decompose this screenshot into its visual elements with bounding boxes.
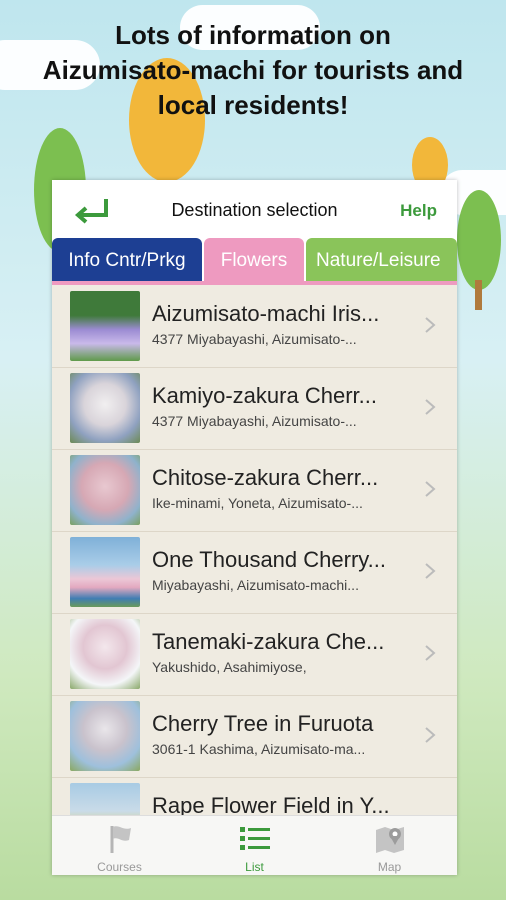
app-screen: Destination selection Help Info Cntr/Prk… [52, 180, 457, 875]
list-item[interactable]: Chitose-zakura Cherr... Ike-minami, Yone… [52, 449, 457, 532]
list-item[interactable]: Cherry Tree in Furuota 3061-1 Kashima, A… [52, 695, 457, 778]
item-title: Chitose-zakura Cherr... [152, 465, 379, 490]
chevron-right-icon [425, 563, 436, 579]
headline-line: local residents! [157, 90, 349, 120]
item-address: Miyabayashi, Aizumisato-machi... [152, 577, 359, 593]
bottom-tab-bar: Courses List Map [52, 815, 457, 875]
item-title: Aizumisato-machi Iris... [152, 301, 380, 326]
item-title: Cherry Tree in Furuota [152, 711, 374, 736]
chevron-right-icon [425, 645, 436, 661]
list-item[interactable]: Rape Flower Field in Y... [52, 777, 457, 815]
chevron-right-icon [425, 481, 436, 497]
tab-label: List [245, 860, 264, 874]
photo-thumbnail [70, 373, 140, 443]
headline-line: Lots of information on [115, 20, 391, 50]
list-item[interactable]: Tanemaki-zakura Che... Yakushido, Asahim… [52, 613, 457, 696]
item-title: One Thousand Cherry... [152, 547, 386, 572]
list-item[interactable]: One Thousand Cherry... Miyabayashi, Aizu… [52, 531, 457, 614]
tab-info-center[interactable]: Info Cntr/Prkg [52, 238, 202, 283]
item-address: Ike-minami, Yoneta, Aizumisato-... [152, 495, 363, 511]
item-address: 4377 Miyabayashi, Aizumisato-... [152, 331, 357, 347]
item-title: Kamiyo-zakura Cherr... [152, 383, 377, 408]
list-icon [239, 827, 270, 850]
item-address: 4377 Miyabayashi, Aizumisato-... [152, 413, 357, 429]
photo-thumbnail [70, 455, 140, 525]
category-tabs: Info Cntr/Prkg Flowers Nature/Leisure [52, 238, 457, 283]
photo-thumbnail [70, 783, 140, 815]
tab-label: Map [377, 860, 402, 874]
tab-courses[interactable]: Courses [52, 816, 187, 875]
destination-list[interactable]: Aizumisato-machi Iris... 4377 Miyabayash… [52, 285, 457, 815]
tab-map[interactable]: Map [322, 816, 457, 875]
headline-line: Aizumisato-machi for tourists and [42, 55, 464, 85]
item-title: Rape Flower Field in Y... [152, 793, 390, 815]
list-item[interactable]: Aizumisato-machi Iris... 4377 Miyabayash… [52, 285, 457, 368]
promo-headline: Lots of information on Aizumisato-machi … [0, 18, 506, 123]
tab-flowers[interactable]: Flowers [204, 238, 304, 283]
page-title: Destination selection [171, 200, 338, 220]
photo-thumbnail [70, 537, 140, 607]
chevron-right-icon [425, 727, 436, 743]
navigation-bar: Destination selection Help [52, 180, 457, 238]
help-button[interactable]: Help [400, 201, 437, 221]
tab-label: Courses [97, 860, 142, 874]
chevron-right-icon [425, 399, 436, 415]
item-address: 3061-1 Kashima, Aizumisato-ma... [152, 741, 366, 757]
item-title: Tanemaki-zakura Che... [152, 629, 385, 654]
tab-list[interactable]: List [187, 816, 322, 875]
list-item[interactable]: Kamiyo-zakura Cherr... 4377 Miyabayashi,… [52, 367, 457, 450]
photo-thumbnail [70, 291, 140, 361]
tree-illustration [457, 190, 501, 310]
photo-thumbnail [70, 619, 140, 689]
item-address: Yakushido, Asahimiyose, [152, 659, 307, 675]
map-icon [375, 827, 404, 853]
chevron-right-icon [425, 317, 436, 333]
tab-nature-leisure[interactable]: Nature/Leisure [306, 238, 457, 283]
flag-icon [110, 826, 131, 853]
photo-thumbnail [70, 701, 140, 771]
